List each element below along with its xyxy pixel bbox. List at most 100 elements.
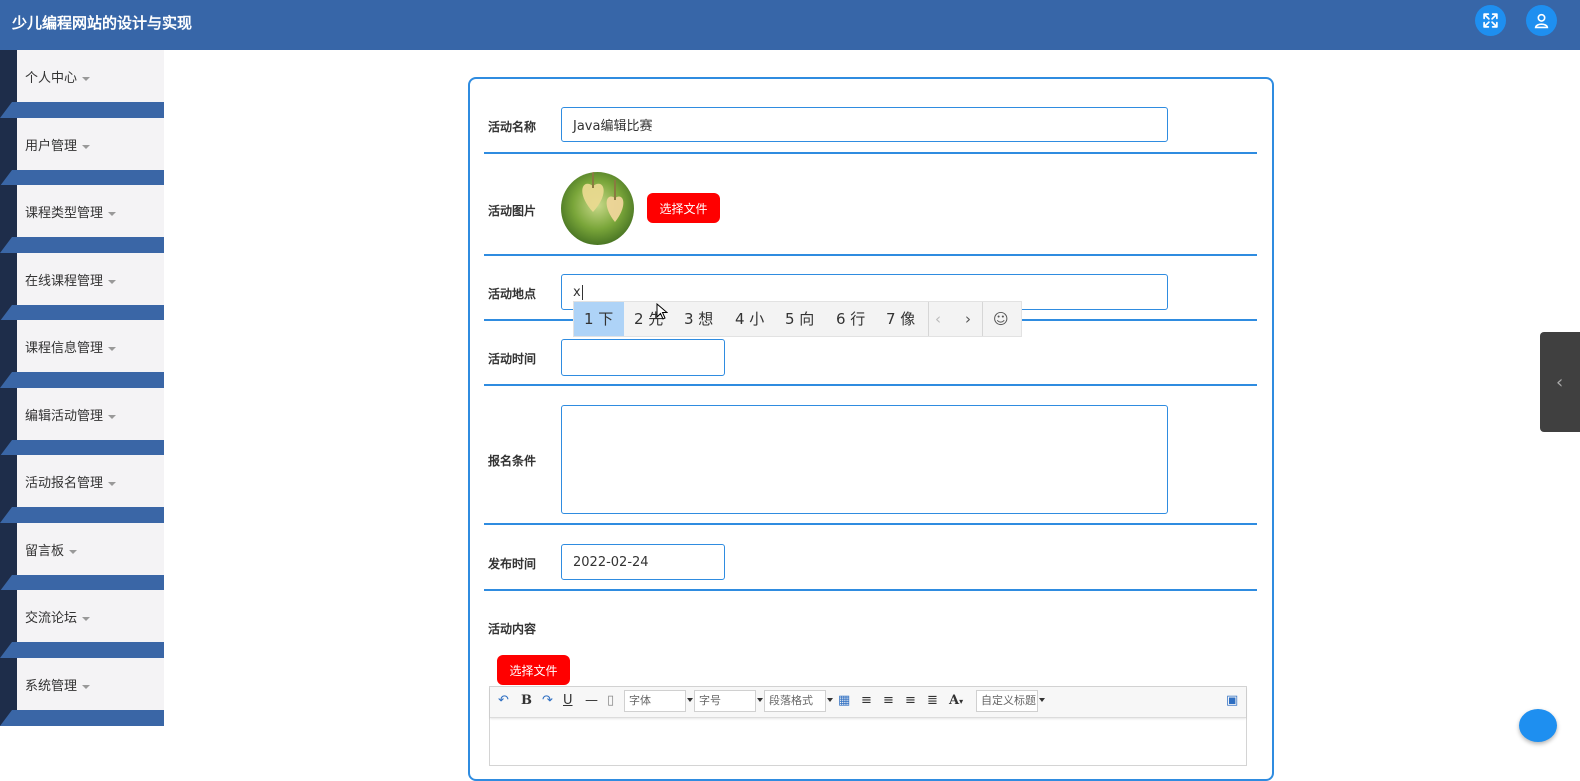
ime-separator <box>928 302 929 336</box>
publish-label: 发布时间 <box>488 557 537 571</box>
undo-icon[interactable]: ↶ <box>498 693 509 708</box>
sidebar-item-online-course[interactable]: 在线课程管理 <box>0 253 164 321</box>
sidebar-stripe <box>0 170 164 186</box>
content-choose-file-button[interactable]: 选择文件 <box>497 655 570 685</box>
row-divider <box>484 589 1257 591</box>
align-left-icon[interactable]: ≡ <box>861 693 872 708</box>
caret-down-icon <box>108 414 117 419</box>
sidebar-item-course-info[interactable]: 课程信息管理 <box>0 320 164 388</box>
sidebar-item-label: 留言板 <box>25 540 78 559</box>
caret-down-icon <box>82 76 91 81</box>
ime-candidate[interactable]: 3 想 <box>684 302 713 336</box>
time-label: 活动时间 <box>488 352 537 366</box>
caret-down-icon <box>82 684 91 689</box>
location-value: x <box>573 284 581 300</box>
sidebar-item-label: 课程类型管理 <box>25 202 117 221</box>
floating-action-button[interactable] <box>1519 709 1557 742</box>
caret-down-icon <box>108 211 117 216</box>
sidebar-item-label: 在线课程管理 <box>25 270 117 289</box>
caret-down-icon <box>82 144 91 149</box>
document-icon[interactable]: ▯ <box>607 693 614 708</box>
align-right-icon[interactable]: ≡ <box>883 693 894 708</box>
font-size-select[interactable]: 字号 <box>694 690 763 712</box>
paragraph-format-select[interactable]: 段落格式 <box>764 690 833 712</box>
underline-button[interactable]: U <box>563 693 573 708</box>
condition-textarea[interactable] <box>561 405 1168 514</box>
caret-down-icon <box>82 616 91 621</box>
location-label: 活动地点 <box>488 287 537 301</box>
ime-separator <box>982 302 983 336</box>
editor-toolbar: ↶ B ↷ U — ▯ 字体 字号 段落格式 ▦ ≡ ≡ ≡ ≣ A▾ 自定义标… <box>490 687 1246 718</box>
sidebar: 个人中心 用户管理 课程类型管理 在线课程管理 课程信息管理 编辑活动管理 活动… <box>0 50 164 730</box>
sidebar-item-label: 编辑活动管理 <box>25 405 117 424</box>
ime-candidate[interactable]: 5 向 <box>785 302 814 336</box>
ime-candidate[interactable]: 4 小 <box>735 302 764 336</box>
table-icon[interactable]: ▦ <box>838 693 850 708</box>
app-title: 少儿编程网站的设计与实现 <box>12 14 193 32</box>
horizontal-rule-icon[interactable]: — <box>585 693 598 708</box>
sidebar-item-user-management[interactable]: 用户管理 <box>0 118 164 186</box>
sidebar-stripe <box>0 102 164 118</box>
bold-button[interactable]: B <box>521 693 532 708</box>
row-divider <box>484 384 1257 386</box>
top-bar: 少儿编程网站的设计与实现 <box>0 0 1580 50</box>
sidebar-item-forum[interactable]: 交流论坛 <box>0 590 164 658</box>
sidebar-item-activity[interactable]: 编辑活动管理 <box>0 388 164 456</box>
ime-next-icon[interactable]: › <box>965 302 971 336</box>
side-drawer-toggle[interactable]: ‹ <box>1540 332 1580 432</box>
redo-icon[interactable]: ↷ <box>542 693 553 708</box>
user-icon[interactable] <box>1526 5 1557 36</box>
name-label: 活动名称 <box>488 120 537 134</box>
custom-title-select[interactable]: 自定义标题 <box>976 690 1045 712</box>
sidebar-item-label: 用户管理 <box>25 135 91 154</box>
align-center-icon[interactable]: ≡ <box>905 693 916 708</box>
condition-label: 报名条件 <box>488 454 537 468</box>
font-family-select[interactable]: 字体 <box>624 690 693 712</box>
row-divider <box>484 152 1257 154</box>
caret-down-icon <box>108 481 117 486</box>
caret-down-icon <box>108 279 117 284</box>
image-label: 活动图片 <box>488 204 537 218</box>
align-justify-icon[interactable]: ≣ <box>927 693 938 708</box>
row-divider <box>484 254 1257 256</box>
sidebar-item-message-board[interactable]: 留言板 <box>0 523 164 591</box>
font-color-button[interactable]: A▾ <box>949 693 963 708</box>
chevron-left-icon: ‹ <box>1556 372 1564 393</box>
sidebar-item-signup[interactable]: 活动报名管理 <box>0 455 164 523</box>
sidebar-item-label: 交流论坛 <box>25 607 91 626</box>
sidebar-item-personal-center[interactable]: 个人中心 <box>0 50 164 118</box>
sidebar-stripe <box>0 237 164 253</box>
sidebar-item-label: 活动报名管理 <box>25 472 117 491</box>
sidebar-item-label: 课程信息管理 <box>25 337 117 356</box>
content-label: 活动内容 <box>488 622 537 636</box>
choose-file-button[interactable]: 选择文件 <box>647 193 720 223</box>
sidebar-stripe <box>0 575 164 591</box>
sidebar-stripe <box>0 305 164 321</box>
sidebar-item-label: 系统管理 <box>25 675 91 694</box>
name-input[interactable]: Java编辑比赛 <box>561 107 1168 142</box>
sidebar-stripe <box>0 642 164 658</box>
sidebar-item-course-type[interactable]: 课程类型管理 <box>0 185 164 253</box>
publish-input[interactable]: 2022-02-24 <box>561 544 725 580</box>
sidebar-stripe <box>0 372 164 388</box>
preview-icon[interactable]: ▣ <box>1226 693 1238 708</box>
ime-candidate-popup: 1 下 2 先 3 想 4 小 5 向 6 行 7 像 ‹ › ☺ <box>573 301 1022 337</box>
time-input[interactable] <box>561 339 725 376</box>
row-divider <box>484 523 1257 525</box>
sidebar-item-label: 个人中心 <box>25 67 91 86</box>
sidebar-stripe <box>0 507 164 523</box>
sidebar-stripe <box>0 710 164 726</box>
rich-text-editor[interactable]: ↶ B ↷ U — ▯ 字体 字号 段落格式 ▦ ≡ ≡ ≡ ≣ A▾ 自定义标… <box>489 686 1247 766</box>
sidebar-stripe <box>0 440 164 456</box>
ime-candidate[interactable]: 7 像 <box>886 302 915 336</box>
ime-emoji-icon[interactable]: ☺ <box>993 302 1009 336</box>
ime-candidate[interactable]: 6 行 <box>836 302 865 336</box>
fullscreen-icon[interactable] <box>1475 5 1506 36</box>
caret-down-icon <box>69 549 78 554</box>
mouse-pointer-icon <box>656 303 668 320</box>
caret-down-icon <box>108 346 117 351</box>
text-cursor <box>581 284 583 300</box>
ime-candidate[interactable]: 1 下 <box>574 302 624 336</box>
sidebar-item-system[interactable]: 系统管理 <box>0 658 164 726</box>
ime-prev-icon[interactable]: ‹ <box>935 302 941 336</box>
